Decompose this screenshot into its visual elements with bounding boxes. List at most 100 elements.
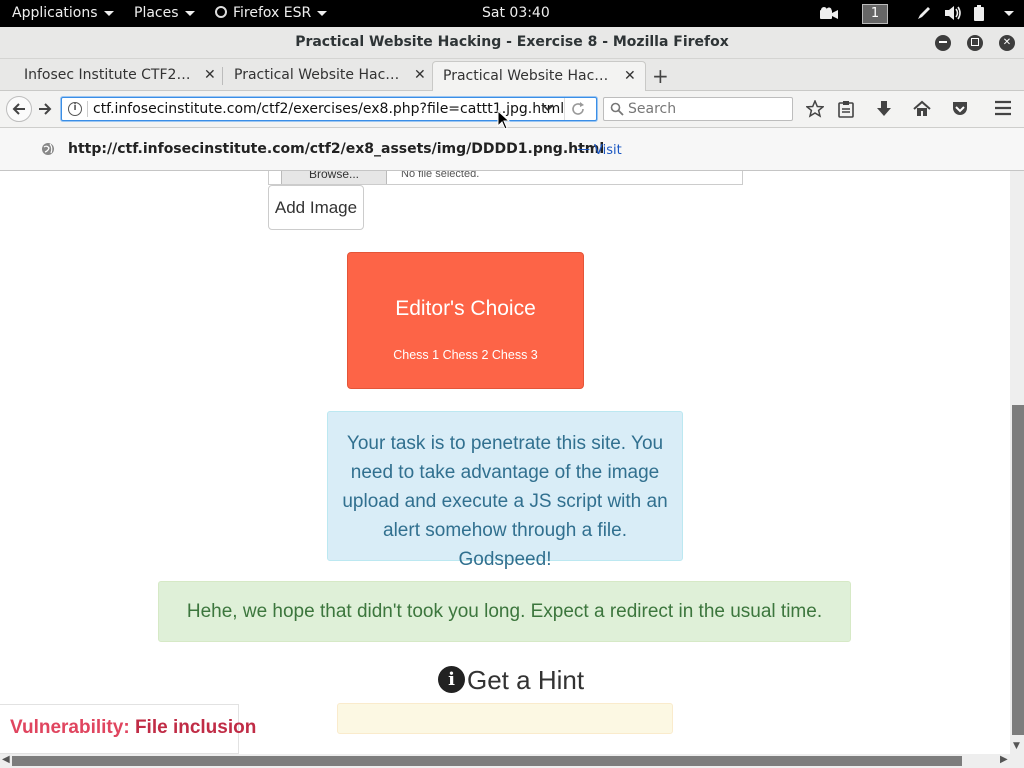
editors-choice-links[interactable]: Chess 1 Chess 2 Chess 3 [348,348,583,362]
browse-button[interactable]: Browse... [281,171,387,184]
workspace-indicator[interactable]: 1 [862,0,888,27]
minimize-button[interactable] [935,35,951,51]
no-file-label: No file selected. [401,171,480,180]
places-label: Places [134,5,179,21]
globe-icon [42,143,54,155]
url-bar[interactable]: i ctf.infosecinstitute.com/ctf2/exercise… [61,97,597,121]
workspace-number: 1 [862,4,888,24]
hamburger-icon [995,100,1011,116]
tab-infosec-ctf2[interactable]: Infosec Institute CTF2 Pr... ✕ [0,61,222,91]
tab-practical-hacking-active[interactable]: Practical Website Hackin... ✕ [432,61,646,91]
get-hint-heading[interactable]: i Get a Hint [438,665,584,699]
back-button[interactable] [6,96,32,122]
autocomplete-dash: — [577,142,590,157]
window-title: Practical Website Hacking - Exercise 8 -… [295,34,729,50]
chevron-down-icon [317,10,328,16]
volume-indicator[interactable] [944,0,962,27]
url-separator [87,101,88,117]
firefox-app-icon [215,6,227,18]
editors-choice-heading: Editor's Choice [395,297,536,320]
tab-label: Practical Website Hackin... [234,67,404,83]
scroll-down-arrow-icon[interactable]: ▼ [1013,741,1020,751]
camera-icon [820,7,838,19]
horizontal-scroll-thumb[interactable] [12,756,962,766]
chevron-down-icon [542,104,554,112]
star-icon [805,99,825,118]
battery-indicator[interactable] [974,0,984,27]
scroll-left-arrow-icon[interactable]: ◀ [2,754,10,765]
camera-indicator[interactable] [820,0,838,27]
pen-icon [918,7,930,19]
system-top-bar: Applications Places Firefox ESR Sat 03:4… [0,0,1024,27]
tab-label: Practical Website Hackin... [443,68,613,84]
editors-choice-card: Editor's Choice Chess 1 Chess 2 Chess 3 [347,252,584,389]
scroll-right-arrow-icon[interactable]: ▶ [1000,754,1008,765]
applications-menu[interactable]: Applications [12,0,114,27]
tab-label: Infosec Institute CTF2 Pr... [24,67,194,83]
file-upload-input[interactable]: Browse... No file selected. [268,171,743,185]
applications-label: Applications [12,5,98,21]
autocomplete-suggestion-url[interactable]: http://ctf.infosecinstitute.com/ctf2/ex8… [68,141,604,157]
system-menu[interactable] [998,0,1014,27]
success-alert: Hehe, we hope that didn't took you long.… [158,581,851,642]
chevron-down-icon [103,10,114,16]
app-menu-label: Firefox ESR [233,5,312,21]
tab-strip: Infosec Institute CTF2 Pr... ✕ Practical… [0,59,1024,91]
forward-button[interactable] [38,101,52,120]
plus-icon: + [652,64,669,88]
chevron-down-icon [184,10,195,16]
page-content: Browse... No file selected. Add Image Ed… [0,171,1010,754]
network-indicator[interactable] [916,0,932,27]
close-tab-icon[interactable]: ✕ [414,61,426,89]
open-menu-button[interactable] [994,100,1012,120]
home-icon [913,100,931,116]
site-info-icon[interactable]: i [68,102,82,116]
search-icon [610,102,624,116]
task-info-box: Your task is to penetrate this site. You… [327,411,683,570]
url-autocomplete-popup: http://ctf.infosecinstitute.com/ctf2/ex8… [0,128,1024,171]
tab-practical-hacking-1[interactable]: Practical Website Hackin... ✕ [210,61,432,91]
vulnerability-label: Vulnerability: [10,717,130,738]
reload-button[interactable] [570,101,586,121]
url-text[interactable]: ctf.infosecinstitute.com/ctf2/exercises/… [93,101,564,117]
chevron-down-icon [1004,10,1014,16]
clock[interactable]: Sat 03:40 [482,0,550,27]
maximize-icon [971,38,979,46]
navigation-toolbar: i ctf.infosecinstitute.com/ctf2/exercise… [0,91,1024,128]
back-arrow-icon [12,103,25,115]
minimize-icon [939,41,947,43]
url-dropdown-button[interactable] [542,100,554,120]
volume-icon [945,6,961,20]
close-icon: ✕ [1002,37,1012,48]
places-menu[interactable]: Places [134,0,195,27]
close-tab-icon[interactable]: ✕ [624,62,636,90]
horizontal-scrollbar[interactable]: ◀ ▶ [0,754,1024,768]
app-menu[interactable]: Firefox ESR [215,0,328,27]
info-circle-icon: i [438,666,465,693]
pocket-icon [953,102,967,115]
battery-icon [974,5,984,21]
download-icon [877,101,891,116]
bookmarks-menu-button[interactable] [838,100,854,122]
close-window-button[interactable]: ✕ [999,35,1015,51]
url-bar-divider [564,98,565,120]
bookmark-button[interactable] [805,99,825,122]
add-image-button[interactable]: Add Image [268,185,364,230]
vertical-scroll-thumb[interactable] [1012,405,1024,735]
reload-icon [572,102,584,115]
home-button[interactable] [913,100,931,122]
downloads-button[interactable] [876,100,892,122]
window-titlebar[interactable]: Practical Website Hacking - Exercise 8 -… [0,27,1024,59]
vertical-scrollbar[interactable]: ▼ [1010,171,1024,754]
new-tab-button[interactable]: + [652,64,669,88]
pocket-button[interactable] [951,100,969,122]
hint-title-text: Get a Hint [467,665,585,695]
forward-arrow-icon [39,103,52,115]
autocomplete-visit-action[interactable]: Visit [594,143,622,158]
vulnerability-value: File inclusion [134,717,257,738]
search-input[interactable]: Search [603,97,793,121]
vulnerability-badge: Vulnerability: File inclusion [0,704,256,754]
clock-label: Sat 03:40 [482,5,550,21]
clipboard-icon [838,101,854,118]
maximize-button[interactable] [967,35,983,51]
